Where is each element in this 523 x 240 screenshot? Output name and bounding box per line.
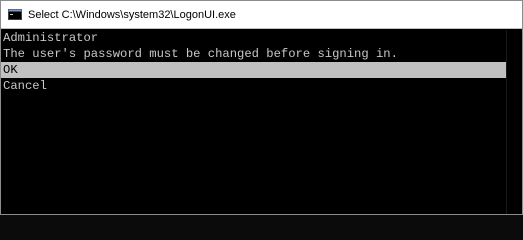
console-window: Select C:\Windows\system32\LogonUI.exe A… xyxy=(0,0,523,215)
username-text: Administrator xyxy=(3,31,99,45)
window-titlebar[interactable]: Select C:\Windows\system32\LogonUI.exe xyxy=(1,1,522,29)
ok-option[interactable]: OK xyxy=(1,62,506,78)
vertical-scrollbar[interactable] xyxy=(506,30,522,214)
window-title: Select C:\Windows\system32\LogonUI.exe xyxy=(28,8,236,21)
cancel-option[interactable]: Cancel xyxy=(3,78,506,94)
console-window-icon xyxy=(8,9,22,20)
console-output: Administrator The user's password must b… xyxy=(1,30,506,214)
password-change-message: The user's password must be changed befo… xyxy=(3,47,398,61)
